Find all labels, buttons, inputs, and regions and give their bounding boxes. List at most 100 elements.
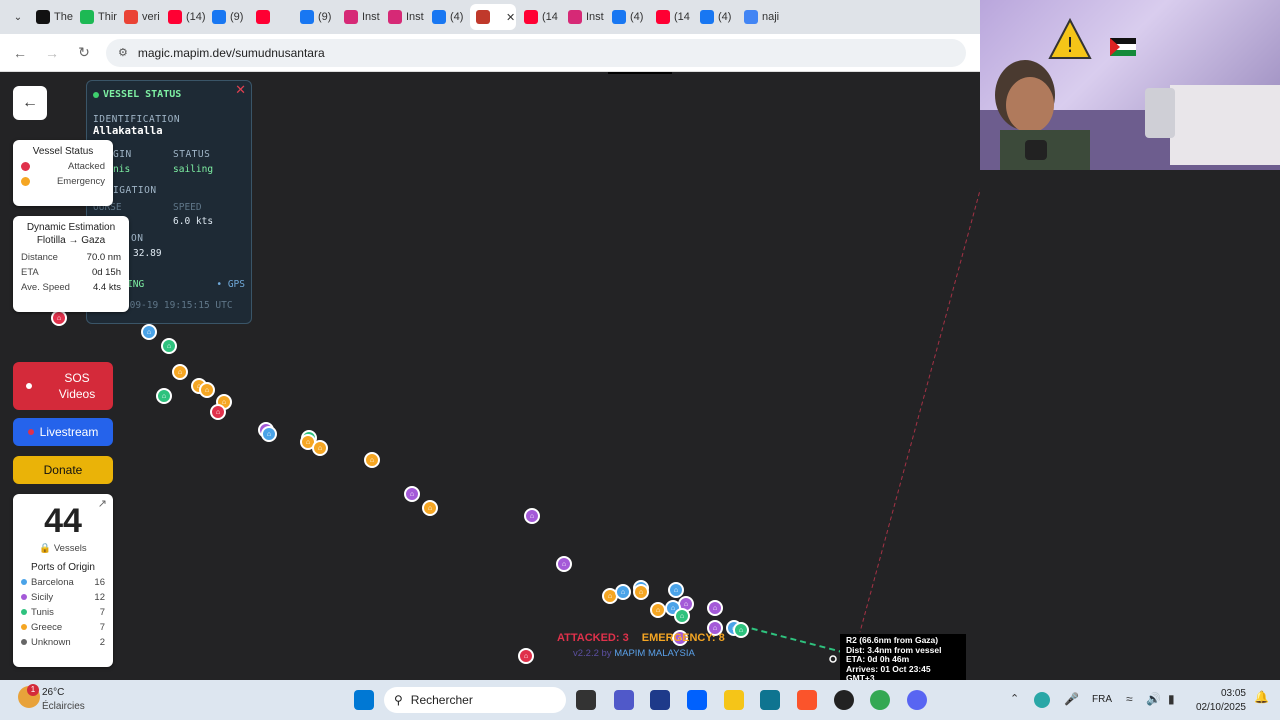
ports-title: Ports of Origin <box>31 562 95 573</box>
url-field[interactable]: ⚙ magic.mapim.dev/sumudnusantara <box>106 38 966 67</box>
weather-temp[interactable]: 26°C <box>42 687 64 698</box>
vessel-marker[interactable]: ⌂ <box>156 388 172 404</box>
instagram-icon <box>344 10 358 24</box>
version-credit: v2.2.2 by <box>573 648 612 659</box>
tab-label: (9) <box>230 11 244 23</box>
browser-tab[interactable]: (4) <box>694 4 736 30</box>
livestream-button[interactable]: Livestream <box>13 418 113 446</box>
vessel-marker[interactable]: ⌂ <box>141 324 157 340</box>
back-arrow-icon[interactable]: ← <box>10 45 30 61</box>
vessel-marker[interactable]: ⌂ <box>668 582 684 598</box>
notification-icon[interactable]: 🔔 <box>1254 690 1269 704</box>
vessel-marker[interactable]: ⌂ <box>312 440 328 456</box>
browser-tab[interactable]: veri <box>118 4 160 30</box>
wifi-icon[interactable]: ≈ <box>1126 692 1133 706</box>
browser-tab[interactable]: Inst <box>562 4 604 30</box>
estimation-title: Dynamic Estimation <box>26 222 116 233</box>
chrome-icon[interactable] <box>870 690 890 710</box>
app-icon-2[interactable] <box>834 690 854 710</box>
battery-icon[interactable]: ▮ <box>1168 692 1175 706</box>
vessel-marker[interactable]: ⌂ <box>518 648 534 664</box>
teams-icon[interactable] <box>614 690 634 710</box>
volume-icon[interactable]: 🔊 <box>1146 692 1161 706</box>
store-icon[interactable] <box>650 690 670 710</box>
tab-search-dropdown-icon[interactable]: ⌄ <box>8 12 28 23</box>
vessel-marker[interactable]: ⌂ <box>707 600 723 616</box>
vessel-marker[interactable]: ⌂ <box>364 452 380 468</box>
vessel-marker[interactable]: ⌂ <box>650 602 666 618</box>
back-button[interactable]: ← <box>13 86 47 120</box>
language-indicator[interactable]: FRA <box>1092 694 1112 705</box>
browser-tab[interactable]: naji <box>738 4 780 30</box>
donate-button[interactable]: Donate <box>13 456 113 484</box>
vessel-marker[interactable]: ⌂ <box>199 382 215 398</box>
windows-start-icon[interactable] <box>354 690 374 710</box>
browser-tab[interactable]: (9) <box>294 4 336 30</box>
map-canvas[interactable]: ⌂⌂⌂⌂⌂⌂⌂⌂⌂⌂⌂⌂⌂⌂⌂⌂⌂⌂⌂⌂⌂⌂⌂⌂⌂⌂⌂⌂⌂⌂⌂⌂⌂⌂ ← VES… <box>0 72 980 680</box>
status-dot-icon <box>21 162 30 171</box>
vessel-panel-title: VESSEL STATUS <box>103 89 182 100</box>
vessel-marker[interactable]: ⌂ <box>556 556 572 572</box>
external-link-icon[interactable]: ↗ <box>98 497 107 510</box>
browser-tab[interactable] <box>250 4 292 30</box>
sos-videos-button[interactable]: SOS Videos <box>13 362 113 410</box>
browser-tab[interactable]: (4) <box>426 4 468 30</box>
port-count: 16 <box>94 577 105 588</box>
browser-tab[interactable]: Inst <box>382 4 424 30</box>
youtube-icon <box>656 10 670 24</box>
webcam-overlay: ! <box>980 0 1280 170</box>
vessel-marker[interactable]: ⌂ <box>172 364 188 380</box>
reload-icon[interactable]: ↻ <box>74 44 94 61</box>
estimation-value: 4.4 kts <box>93 282 121 293</box>
taskbar-search[interactable]: ⚲ Rechercher <box>384 687 566 713</box>
vessel-marker[interactable]: ⌂ <box>633 584 649 600</box>
browser-tab[interactable]: (9) <box>206 4 248 30</box>
vessel-marker[interactable]: ⌂ <box>51 310 67 326</box>
vessel-marker[interactable]: ⌂ <box>422 500 438 516</box>
vessel-marker[interactable]: ⌂ <box>210 404 226 420</box>
browser-tab[interactable]: Thir <box>74 4 117 30</box>
vessel-marker[interactable]: ⌂ <box>261 426 277 442</box>
vessel-marker[interactable]: ⌂ <box>524 508 540 524</box>
record-dot-icon <box>26 383 32 389</box>
browser-tab[interactable]: (14 <box>518 4 560 30</box>
microphone-icon[interactable]: 🎤 <box>1064 692 1079 706</box>
vessel-marker[interactable]: ⌂ <box>161 338 177 354</box>
port-dot-icon <box>21 609 27 615</box>
dropbox-icon[interactable] <box>687 690 707 710</box>
forward-arrow-icon[interactable]: → <box>42 45 62 61</box>
browser-tab[interactable]: (14 <box>650 4 692 30</box>
x-twitter-icon <box>36 10 50 24</box>
shield-icon[interactable] <box>1034 692 1050 708</box>
brave-icon[interactable] <box>797 690 817 710</box>
browser-tab[interactable]: (14) <box>162 4 206 30</box>
estimation-row: ETA 0d 15h <box>21 267 121 278</box>
close-icon[interactable]: ✕ <box>235 83 246 98</box>
browser-tab[interactable]: Inst <box>338 4 380 30</box>
discord-icon[interactable] <box>907 690 927 710</box>
vessel-count-card: ↗ 44 🔒 Vessels Ports of Origin Barcelona… <box>13 494 113 667</box>
tooltip-line: Arrives: 01 Oct 23:45 GMT+3 <box>846 663 931 680</box>
close-tab-icon[interactable]: ✕ <box>506 11 515 24</box>
browser-tab[interactable]: (4) <box>606 4 648 30</box>
site-info-icon[interactable]: ⚙ <box>118 46 128 59</box>
port-label: Tunis <box>31 607 54 618</box>
app-icon[interactable] <box>760 690 780 710</box>
clock-date[interactable]: 02/10/2025 <box>1190 702 1246 713</box>
tab-label: (4) <box>630 11 644 23</box>
identification-label: IDENTIFICATION <box>93 114 181 125</box>
vessel-marker[interactable]: ⌂ <box>733 622 749 638</box>
task-view-icon[interactable] <box>576 690 596 710</box>
vessel-marker[interactable]: ⌂ <box>615 584 631 600</box>
browser-tab[interactable]: ✕ <box>470 4 516 30</box>
credit-name[interactable]: MAPIM MALAYSIA <box>614 648 695 659</box>
clock-time[interactable]: 03:05 <box>1210 688 1246 699</box>
chevron-up-icon[interactable]: ⌃ <box>1010 692 1019 705</box>
file-explorer-icon[interactable] <box>724 690 744 710</box>
vessel-marker[interactable]: ⌂ <box>674 608 690 624</box>
browser-tab[interactable]: The <box>30 4 73 30</box>
port-label: Barcelona <box>31 577 74 588</box>
vessel-marker[interactable]: ⌂ <box>404 486 420 502</box>
weather-desc[interactable]: Éclaircies <box>42 701 85 712</box>
eta-route-line <box>741 625 851 655</box>
